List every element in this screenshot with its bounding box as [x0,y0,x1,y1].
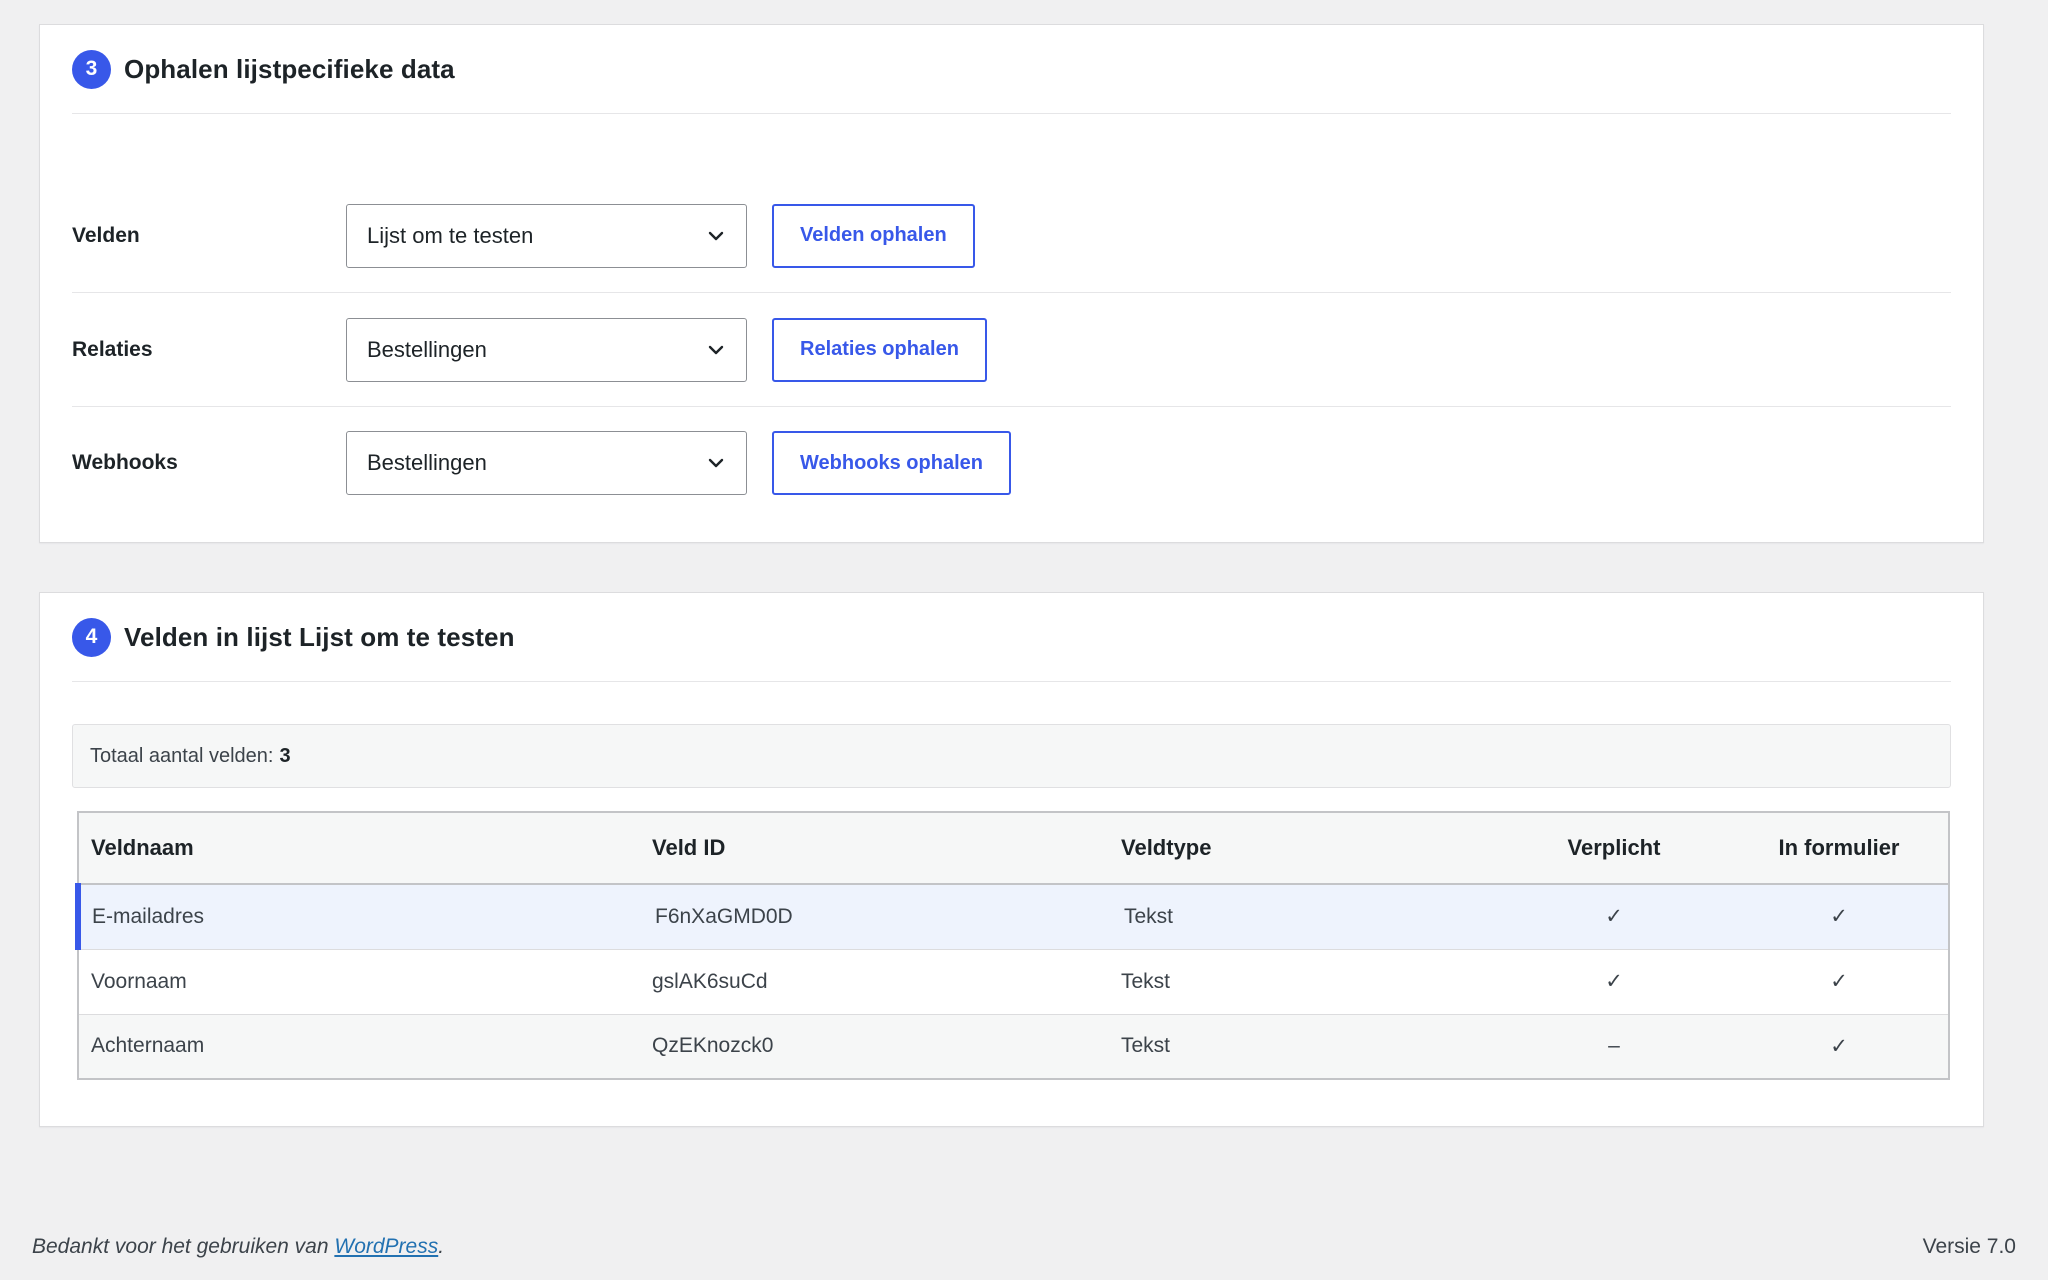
fetch-webhooks-button[interactable]: Webhooks ophalen [772,431,1011,495]
panel-title: Velden in lijst Lijst om te testen [124,621,515,652]
footer-version: Versie 7.0 [1922,1235,2016,1258]
panel-header: 3 Ophalen lijstpecifieke data [72,25,1951,114]
step-badge: 3 [72,49,111,89]
fields-in-list-panel: 4 Velden in lijst Lijst om te testen Tot… [39,592,1984,1127]
footer-thanks-prefix: Bedankt voor het gebruiken van [32,1235,335,1258]
check-icon: ✓ [1830,1034,1848,1058]
webhooks-row: Webhooks Bestellingen Webhooks ophalen [72,406,1951,520]
relations-label: Relaties [72,337,153,361]
fields-table: Veldnaam Veld ID Veldtype Verplicht In f… [75,811,1950,1080]
chevron-down-icon [708,458,724,468]
field-id-cell: F6nXaGMD0D [655,904,793,928]
total-fields-notice: Totaal aantal velden: 3 [72,724,1951,788]
relations-select-value: Bestellingen [367,336,487,362]
dash-icon: – [1608,1034,1620,1058]
wordpress-link[interactable]: WordPress [334,1235,438,1258]
table-row[interactable]: Achternaam QzEKnozck0 Tekst – ✓ [78,1014,1949,1079]
column-header-id[interactable]: Veld ID [640,812,1109,884]
webhooks-label: Webhooks [72,451,178,474]
fields-select-value: Lijst om te testen [367,222,534,248]
column-header-type[interactable]: Veldtype [1109,812,1498,884]
field-type-cell: Tekst [1121,969,1171,993]
relations-row: Relaties Bestellingen Relaties ophalen [72,293,1951,407]
check-icon: ✓ [1605,970,1623,993]
check-icon: ✓ [1830,970,1848,993]
panel-header: 4 Velden in lijst Lijst om te testen [72,593,1951,682]
column-header-in-form[interactable]: In formulier [1730,812,1949,884]
chevron-down-icon [708,231,724,240]
relations-list-select[interactable]: Bestellingen [346,317,747,382]
field-name-cell: E-mailadres [75,884,640,949]
field-name-cell: Achternaam [91,1034,205,1058]
column-header-required[interactable]: Verplicht [1498,812,1730,884]
fields-row: Velden Lijst om te testen Velden ophalen [72,179,1951,293]
step-badge: 4 [72,617,111,657]
table-row[interactable]: Voornaam gslAK6suCd Tekst ✓ ✓ [78,949,1949,1014]
field-id-cell: QzEKnozck0 [652,1034,774,1058]
fetch-list-data-panel: 3 Ophalen lijstpecifieke data Velden Lij… [39,24,1984,543]
fetch-relations-button[interactable]: Relaties ophalen [772,317,987,382]
field-id-cell: gslAK6suCd [652,969,768,993]
chevron-down-icon [708,345,724,354]
fetch-fields-button[interactable]: Velden ophalen [772,203,975,268]
field-type-cell: Tekst [1121,1034,1171,1058]
footer-thanks: Bedankt voor het gebruiken van WordPress… [32,1235,444,1259]
check-icon: ✓ [1605,905,1623,929]
table-row[interactable]: E-mailadres F6nXaGMD0D Tekst ✓ ✓ [75,884,1949,949]
footer-thanks-suffix: . [438,1235,445,1258]
webhooks-list-select[interactable]: Bestellingen [346,431,747,495]
webhooks-select-value: Bestellingen [367,450,487,475]
check-icon: ✓ [1830,905,1848,929]
fields-list-select[interactable]: Lijst om te testen [346,203,747,268]
field-name-cell: Voornaam [91,969,187,993]
panel-title: Ophalen lijstpecifieke data [124,53,455,84]
total-fields-label: Totaal aantal velden: [90,744,274,767]
field-type-cell: Tekst [1124,904,1174,928]
table-header-row: Veldnaam Veld ID Veldtype Verplicht In f… [78,812,1949,884]
total-fields-count: 3 [279,744,291,767]
column-header-name[interactable]: Veldnaam [78,812,640,884]
fields-label: Velden [72,223,140,247]
